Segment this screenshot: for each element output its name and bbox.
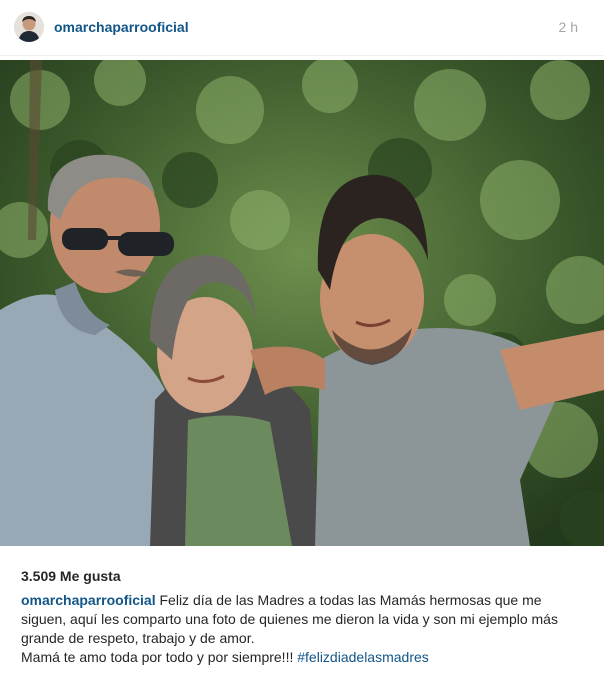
- post-caption: omarchaparrooficial Feliz día de las Mad…: [21, 591, 585, 667]
- post-timestamp[interactable]: 2 h: [559, 19, 578, 35]
- likes-count[interactable]: 3.509 Me gusta: [21, 568, 121, 584]
- caption-line-2: Mamá te amo toda por todo y por siempre!…: [21, 648, 585, 667]
- post-username-link[interactable]: omarchaparrooficial: [54, 19, 189, 35]
- post-footer: 3.509 Me gusta omarchaparrooficial Feliz…: [0, 546, 604, 673]
- post-header: omarchaparrooficial 2 h: [0, 0, 604, 56]
- avatar-image: [14, 12, 44, 42]
- instagram-post: omarchaparrooficial 2 h 3.509 Me gusta o…: [0, 0, 604, 673]
- caption-text-2: Mamá te amo toda por todo y por siempre!…: [21, 649, 298, 665]
- hashtag-link[interactable]: #felizdiadelasmadres: [297, 649, 429, 665]
- caption-line-1: omarchaparrooficial Feliz día de las Mad…: [21, 591, 585, 648]
- avatar[interactable]: [14, 12, 44, 42]
- caption-username-link[interactable]: omarchaparrooficial: [21, 592, 156, 608]
- photo-illustration: [0, 60, 604, 546]
- post-photo[interactable]: [0, 60, 604, 546]
